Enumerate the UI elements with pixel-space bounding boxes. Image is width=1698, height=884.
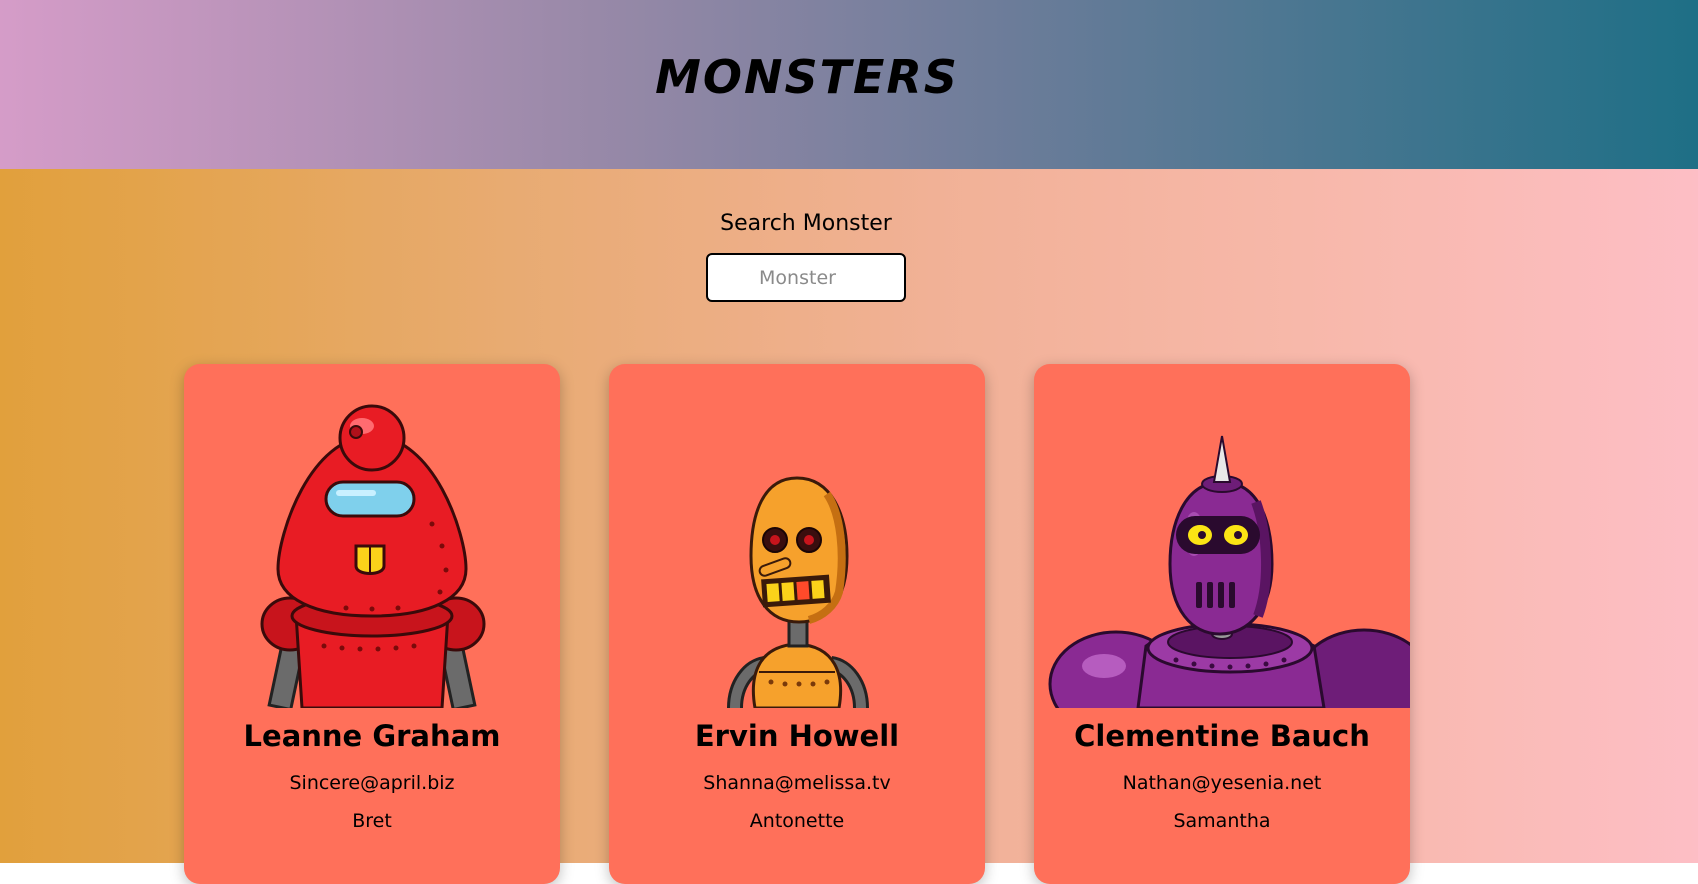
monster-username: Antonette (749, 810, 845, 832)
monster-card[interactable]: Ervin Howell Shanna@melissa.tv Antonette (609, 364, 985, 884)
app-header: MONSTERS (0, 0, 1698, 169)
monster-card[interactable]: Clementine Bauch Nathan@yesenia.net Sama… (1034, 364, 1410, 884)
monster-name: Leanne Graham (243, 719, 501, 753)
monster-username: Samantha (1173, 810, 1271, 832)
monster-username: Bret (352, 810, 392, 832)
red-robot-icon (260, 404, 486, 708)
monster-email: Sincere@april.biz (289, 772, 455, 794)
main-content: Search Monster Monster Leanne Graham Sin… (0, 169, 1698, 884)
monster-email: Shanna@melissa.tv (703, 772, 891, 794)
page-title: MONSTERS (655, 50, 959, 104)
monster-name: Ervin Howell (694, 719, 900, 753)
monster-name: Clementine Bauch (1074, 719, 1370, 753)
search-input[interactable] (706, 253, 906, 302)
monster-email: Nathan@yesenia.net (1122, 772, 1322, 794)
search-label: Search Monster (720, 211, 892, 236)
monster-card[interactable]: Leanne Graham Sincere@april.biz Bret (184, 364, 560, 884)
orange-robot-icon (727, 476, 869, 708)
purple-robot-icon (1048, 435, 1410, 708)
